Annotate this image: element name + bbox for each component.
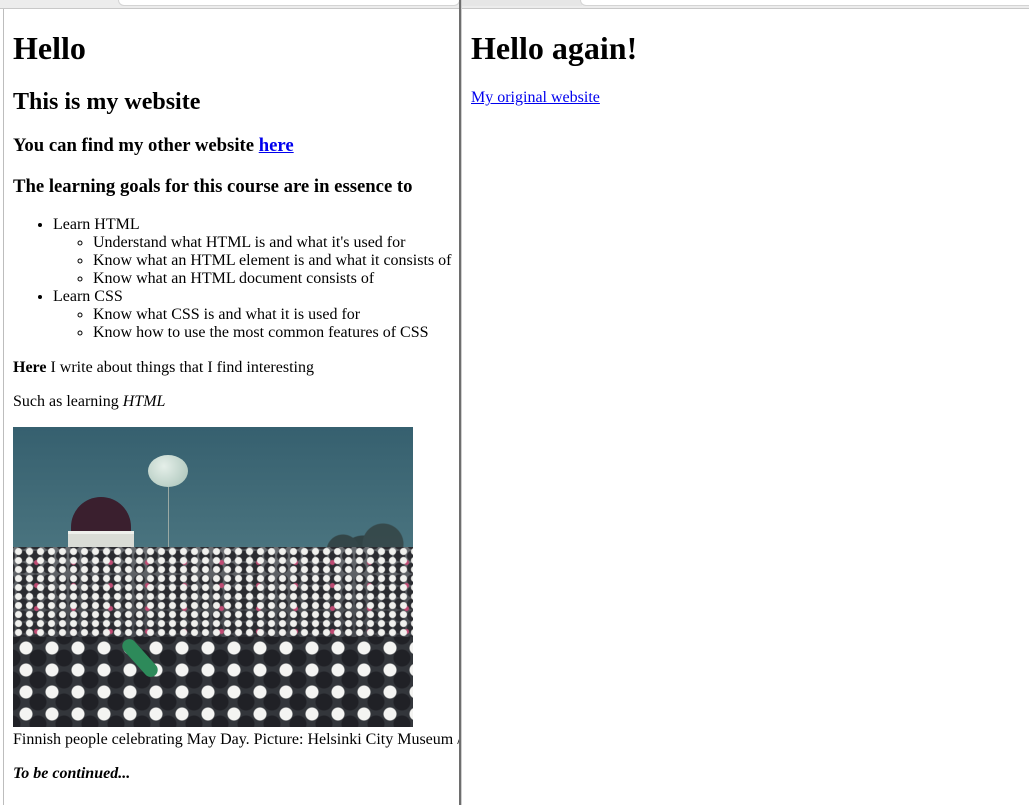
goal-item-html: Learn HTML Understand what HTML is and w… <box>53 216 451 288</box>
other-website-heading: You can find my other website here <box>13 135 294 157</box>
other-website-text: You can find my other website <box>13 135 259 156</box>
goal-subitem: Know what CSS is and what it is used for <box>93 306 451 324</box>
learning-paragraph: Such as learning HTML <box>13 393 165 411</box>
browser-tab-left[interactable] <box>118 0 460 6</box>
photo-crowd-front <box>13 637 413 727</box>
goal-label: Learn CSS <box>53 288 123 305</box>
original-website-paragraph: My original website <box>471 89 600 107</box>
learning-text: Such as learning <box>13 393 123 410</box>
page-title: Hello again! <box>471 30 638 66</box>
to-be-continued-text: To be continued... <box>13 765 131 782</box>
goal-subitem: Know how to use the most common features… <box>93 324 451 342</box>
goal-subitems: Know what CSS is and what it is used for… <box>53 306 451 342</box>
to-be-continued: To be continued... <box>13 765 130 783</box>
interest-paragraph: Here I write about things that I find in… <box>13 359 314 377</box>
page-subtitle: This is my website <box>13 89 201 115</box>
may-day-photo <box>13 427 413 727</box>
goals-list: Learn HTML Understand what HTML is and w… <box>13 216 451 342</box>
goal-item-css: Learn CSS Know what CSS is and what it i… <box>53 288 451 342</box>
goal-subitem: Know what an HTML element is and what it… <box>93 252 451 270</box>
browser-tab-right[interactable] <box>580 0 1029 6</box>
goal-label: Learn HTML <box>53 216 140 233</box>
goal-subitem: Know what an HTML document consists of <box>93 270 451 288</box>
tab-strip-gap <box>462 0 582 6</box>
left-browser-pane: Hello This is my website You can find my… <box>3 9 459 805</box>
goals-heading: The learning goals for this course are i… <box>13 176 413 197</box>
learning-italic: HTML <box>122 393 166 410</box>
goal-subitems: Understand what HTML is and what it's us… <box>53 234 451 288</box>
browser-screen: Hello This is my website You can find my… <box>0 0 1029 805</box>
interest-text: I write about things that I find interes… <box>46 359 314 376</box>
photo-balloon <box>148 455 188 487</box>
right-browser-pane: Hello again! My original website <box>462 9 1029 805</box>
page-title: Hello <box>13 30 86 66</box>
browser-tab-strip <box>0 0 1029 9</box>
original-website-link[interactable]: My original website <box>471 89 600 106</box>
image-caption: Finnish people celebrating May Day. Pict… <box>13 731 459 748</box>
interest-bold: Here <box>13 359 47 376</box>
other-website-link[interactable]: here <box>259 135 294 156</box>
goals-list-container: Learn HTML Understand what HTML is and w… <box>13 216 451 342</box>
goal-subitem: Understand what HTML is and what it's us… <box>93 234 451 252</box>
